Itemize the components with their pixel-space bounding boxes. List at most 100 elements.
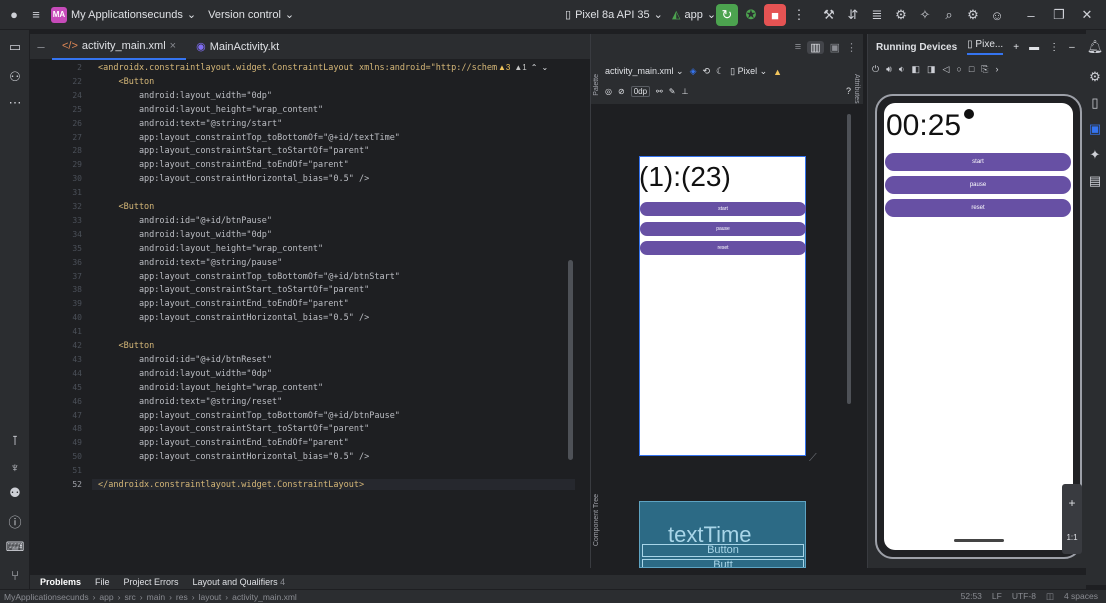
warning-icon[interactable]: ▲ — [773, 67, 782, 77]
window-options-icon[interactable]: ▬ — [1029, 42, 1039, 53]
design-view-icon[interactable]: ▣ — [830, 41, 840, 54]
tab-file[interactable]: File — [95, 577, 110, 587]
breadcrumb-item[interactable]: app — [99, 592, 113, 602]
split-view-icon[interactable]: ▥ — [807, 40, 824, 54]
tab-main-activity[interactable]: ◉ MainActivity.kt — [186, 34, 289, 60]
minimize-icon[interactable]: – — [1020, 4, 1042, 26]
breadcrumb-item[interactable]: layout — [199, 592, 222, 602]
chevron-right-icon[interactable]: › — [996, 64, 999, 75]
project-selector[interactable]: MA My Applicationsecunds ⌄ — [51, 6, 196, 23]
home-icon[interactable]: ○ — [956, 64, 961, 75]
notifications-icon[interactable]: 🔔︎ — [1085, 36, 1105, 58]
settings-icon[interactable]: ⚙ — [962, 4, 984, 26]
problems-tool-icon[interactable]: ⓘ — [4, 510, 26, 532]
line-separator[interactable]: LF — [992, 591, 1002, 602]
build-icon[interactable]: ⚒ — [818, 4, 840, 26]
snapshot-icon[interactable]: ⎘ — [981, 64, 988, 75]
infer-constraints-icon[interactable]: ⚯ — [656, 87, 663, 96]
gemini-icon[interactable]: ✧ — [914, 4, 936, 26]
project-tool-icon[interactable]: ▭ — [4, 36, 26, 58]
more-icon[interactable]: ⋮ — [846, 41, 857, 54]
blueprint-screen[interactable]: textTime Button Butt — [639, 501, 806, 568]
component-tree-side-tab[interactable]: Component Tree — [593, 494, 600, 546]
profiler-icon[interactable]: ≣ — [866, 4, 888, 26]
close-window-icon[interactable]: ✕ — [1076, 4, 1098, 26]
build-variants-icon[interactable]: ⊺ — [4, 430, 26, 452]
breadcrumb-item[interactable]: activity_main.xml — [232, 592, 297, 602]
rotate-right-icon[interactable]: ◨ — [927, 64, 936, 75]
file-encoding[interactable]: UTF-8 — [1012, 591, 1036, 602]
help-icon[interactable]: ? — [846, 86, 851, 96]
rotate-left-icon[interactable]: ◧ — [911, 64, 920, 75]
file-dropdown[interactable]: activity_main.xml ⌄ — [605, 66, 684, 77]
device-mirror-icon[interactable]: ▯ — [1085, 92, 1105, 114]
gradle-icon[interactable]: ⚙ — [1085, 66, 1105, 88]
more-actions-icon[interactable]: ⋮ — [788, 4, 810, 26]
stop-button[interactable]: ■ — [764, 4, 786, 26]
pause-button[interactable]: pause — [885, 176, 1071, 194]
chevron-up-icon[interactable]: ⌃ — [531, 63, 538, 72]
reset-button[interactable]: reset — [885, 199, 1071, 217]
code-view-icon[interactable]: ≡ — [795, 41, 801, 53]
rerun-button[interactable]: ↻ — [716, 4, 738, 26]
design-surface-icon[interactable]: ◈ — [690, 66, 697, 77]
restore-icon[interactable]: ❐ — [1048, 4, 1070, 26]
night-mode-icon[interactable]: ☾ — [716, 66, 724, 77]
clear-constraints-icon[interactable]: ⊘ — [618, 87, 625, 96]
readonly-icon[interactable]: ◫ — [1046, 591, 1054, 602]
collapse-icon[interactable]: – — [30, 36, 52, 58]
add-device-icon[interactable]: + — [1013, 42, 1019, 53]
resize-handle-icon[interactable]: ⟋ — [809, 452, 817, 465]
start-button[interactable]: start — [885, 153, 1071, 171]
version-control-icon[interactable]: ⑂ — [4, 564, 26, 586]
device-dropdown[interactable]: ▯ Pixel ⌄ — [730, 66, 767, 77]
magic-wand-icon[interactable]: ✎ — [669, 87, 676, 96]
close-icon[interactable]: × — [170, 40, 176, 52]
back-icon[interactable]: ◁ — [943, 64, 950, 75]
zoom-in-icon[interactable]: + — [1068, 496, 1075, 510]
default-margin-field[interactable]: 0dp — [630, 86, 651, 97]
view-options-icon[interactable]: ◎ — [605, 87, 612, 96]
preview-reset-button[interactable]: reset — [640, 241, 806, 255]
search-icon[interactable]: ⌕ — [938, 4, 960, 26]
emulator-screen[interactable]: 00:25 start pause reset — [884, 103, 1073, 550]
app-quality-icon[interactable]: ⚉ — [4, 482, 26, 504]
more-icon[interactable]: ⋮ — [1049, 42, 1059, 53]
tab-device[interactable]: ▯ Pixe... — [967, 39, 1004, 55]
cursor-position[interactable]: 52:53 — [961, 591, 982, 602]
overview-icon[interactable]: □ — [969, 64, 974, 75]
inspection-widget[interactable]: ▲3 ▲1 ⌃ ⌄ — [498, 63, 549, 72]
orientation-icon[interactable]: ⟲ — [702, 66, 710, 77]
vcs-selector[interactable]: Version control ⌄ — [208, 8, 294, 22]
device-selector[interactable]: ▯ Pixel 8a API 35 ⌄ — [565, 8, 663, 22]
tab-problems[interactable]: Problems — [40, 577, 81, 587]
preview-start-button[interactable]: start — [640, 202, 806, 216]
hide-icon[interactable]: – — [1069, 42, 1075, 53]
gesture-nav-bar[interactable] — [954, 539, 1004, 542]
main-menu-icon[interactable]: ≡ — [25, 4, 47, 26]
logcat-icon[interactable]: ♆ — [4, 456, 26, 478]
commit-tool-icon[interactable]: ⚇ — [4, 66, 26, 88]
breadcrumb-item[interactable]: MyApplicationsecunds — [4, 592, 89, 602]
gemini-tool-icon[interactable]: ✦ — [1085, 144, 1105, 166]
indent-setting[interactable]: 4 spaces — [1064, 591, 1098, 602]
tab-activity-main[interactable]: </> activity_main.xml × — [52, 34, 187, 60]
guidelines-icon[interactable]: ⊥ — [681, 87, 688, 96]
code-editor[interactable]: 2 22 24 25 26 27 28 29 30 31 32 33 34 35 36 37 38 39 40 41 4… — [30, 60, 575, 568]
run-config-selector[interactable]: ◭ app ⌄ — [672, 8, 716, 22]
volume-up-icon[interactable]: 🔊︎ — [886, 64, 892, 75]
terminal-icon[interactable]: ⌨ — [4, 536, 26, 558]
preview-pause-button[interactable]: pause — [640, 222, 806, 236]
power-icon[interactable]: ⏻ — [872, 64, 879, 75]
account-icon[interactable]: ☺ — [986, 4, 1008, 26]
breadcrumb-item[interactable]: main — [147, 592, 165, 602]
chevron-down-icon[interactable]: ⌄ — [541, 63, 548, 72]
breadcrumb-item[interactable]: src — [124, 592, 135, 602]
sync-icon[interactable]: ⇵ — [842, 4, 864, 26]
attributes-side-tab[interactable]: Attributes — [853, 74, 860, 104]
breadcrumb-item[interactable]: res — [176, 592, 188, 602]
device-explorer-icon[interactable]: ▤ — [1085, 170, 1105, 192]
palette-side-tab[interactable]: Palette — [593, 74, 600, 96]
running-devices-tool-icon[interactable]: ▣ — [1085, 118, 1105, 140]
volume-down-icon[interactable]: 🔉︎ — [899, 64, 905, 75]
